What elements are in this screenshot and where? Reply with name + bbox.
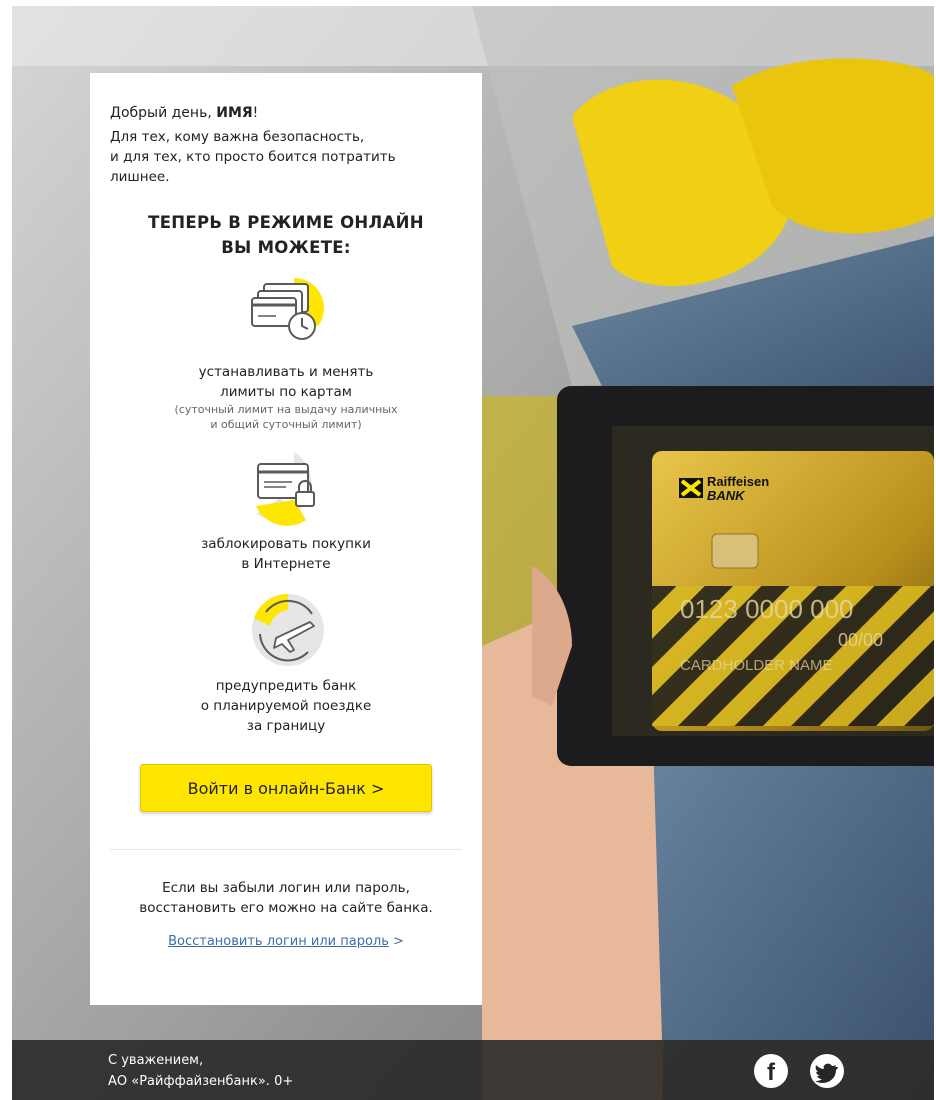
card-number: 0123 0000 000 <box>680 594 854 624</box>
recipient-name: ИМЯ <box>216 105 253 121</box>
feature-card-limits: устанавливать и менять лимиты по картам (… <box>110 274 462 432</box>
greeting: Добрый день, ИМЯ! <box>110 105 259 121</box>
chevron-right-icon: > <box>371 779 385 798</box>
feature-block-internet: заблокировать покупки в Интернете <box>110 446 462 574</box>
headline: ТЕПЕРЬ В РЕЖИМЕ ОНЛАЙН ВЫ МОЖЕТЕ: <box>148 213 424 257</box>
card-expiry: 00/00 <box>838 630 883 650</box>
forgot-credentials-text: Если вы забыли логин или пароль, восстано… <box>139 880 433 916</box>
card-lock-icon <box>256 452 315 526</box>
card-brand-line2: BANK <box>707 488 746 503</box>
signature: С уважением, АО «Райффайзенбанк». 0+ <box>108 1053 294 1089</box>
cards-clock-icon <box>251 278 324 340</box>
intro-text: Для тех, кому важна безопасность, и для т… <box>110 129 396 185</box>
email-content-card: Добрый день, ИМЯ! Для тех, кому важна бе… <box>90 73 482 1005</box>
divider <box>110 849 462 850</box>
card-brand-line1: Raiffeisen <box>707 474 769 489</box>
login-online-bank-button[interactable]: Войти в онлайн-Банк > <box>140 764 432 812</box>
feature-travel-notice: предупредить банк о планируемой поездке за… <box>110 588 462 736</box>
chevron-right-icon: > <box>393 934 404 949</box>
recover-credentials-link[interactable]: Восстановить логин или пароль > <box>110 934 462 949</box>
email-footer: С уважением, АО «Райффайзенбанк». 0+ f <box>12 1040 934 1100</box>
svg-text:f: f <box>767 1059 776 1086</box>
twitter-icon[interactable] <box>810 1054 844 1088</box>
plane-travel-icon <box>252 593 324 666</box>
email-frame: Raiffeisen BANK 0123 0000 000 00/00 CARD… <box>12 6 934 1100</box>
facebook-icon[interactable]: f <box>754 1054 788 1088</box>
card-holder: CARDHOLDER NAME <box>680 657 833 674</box>
